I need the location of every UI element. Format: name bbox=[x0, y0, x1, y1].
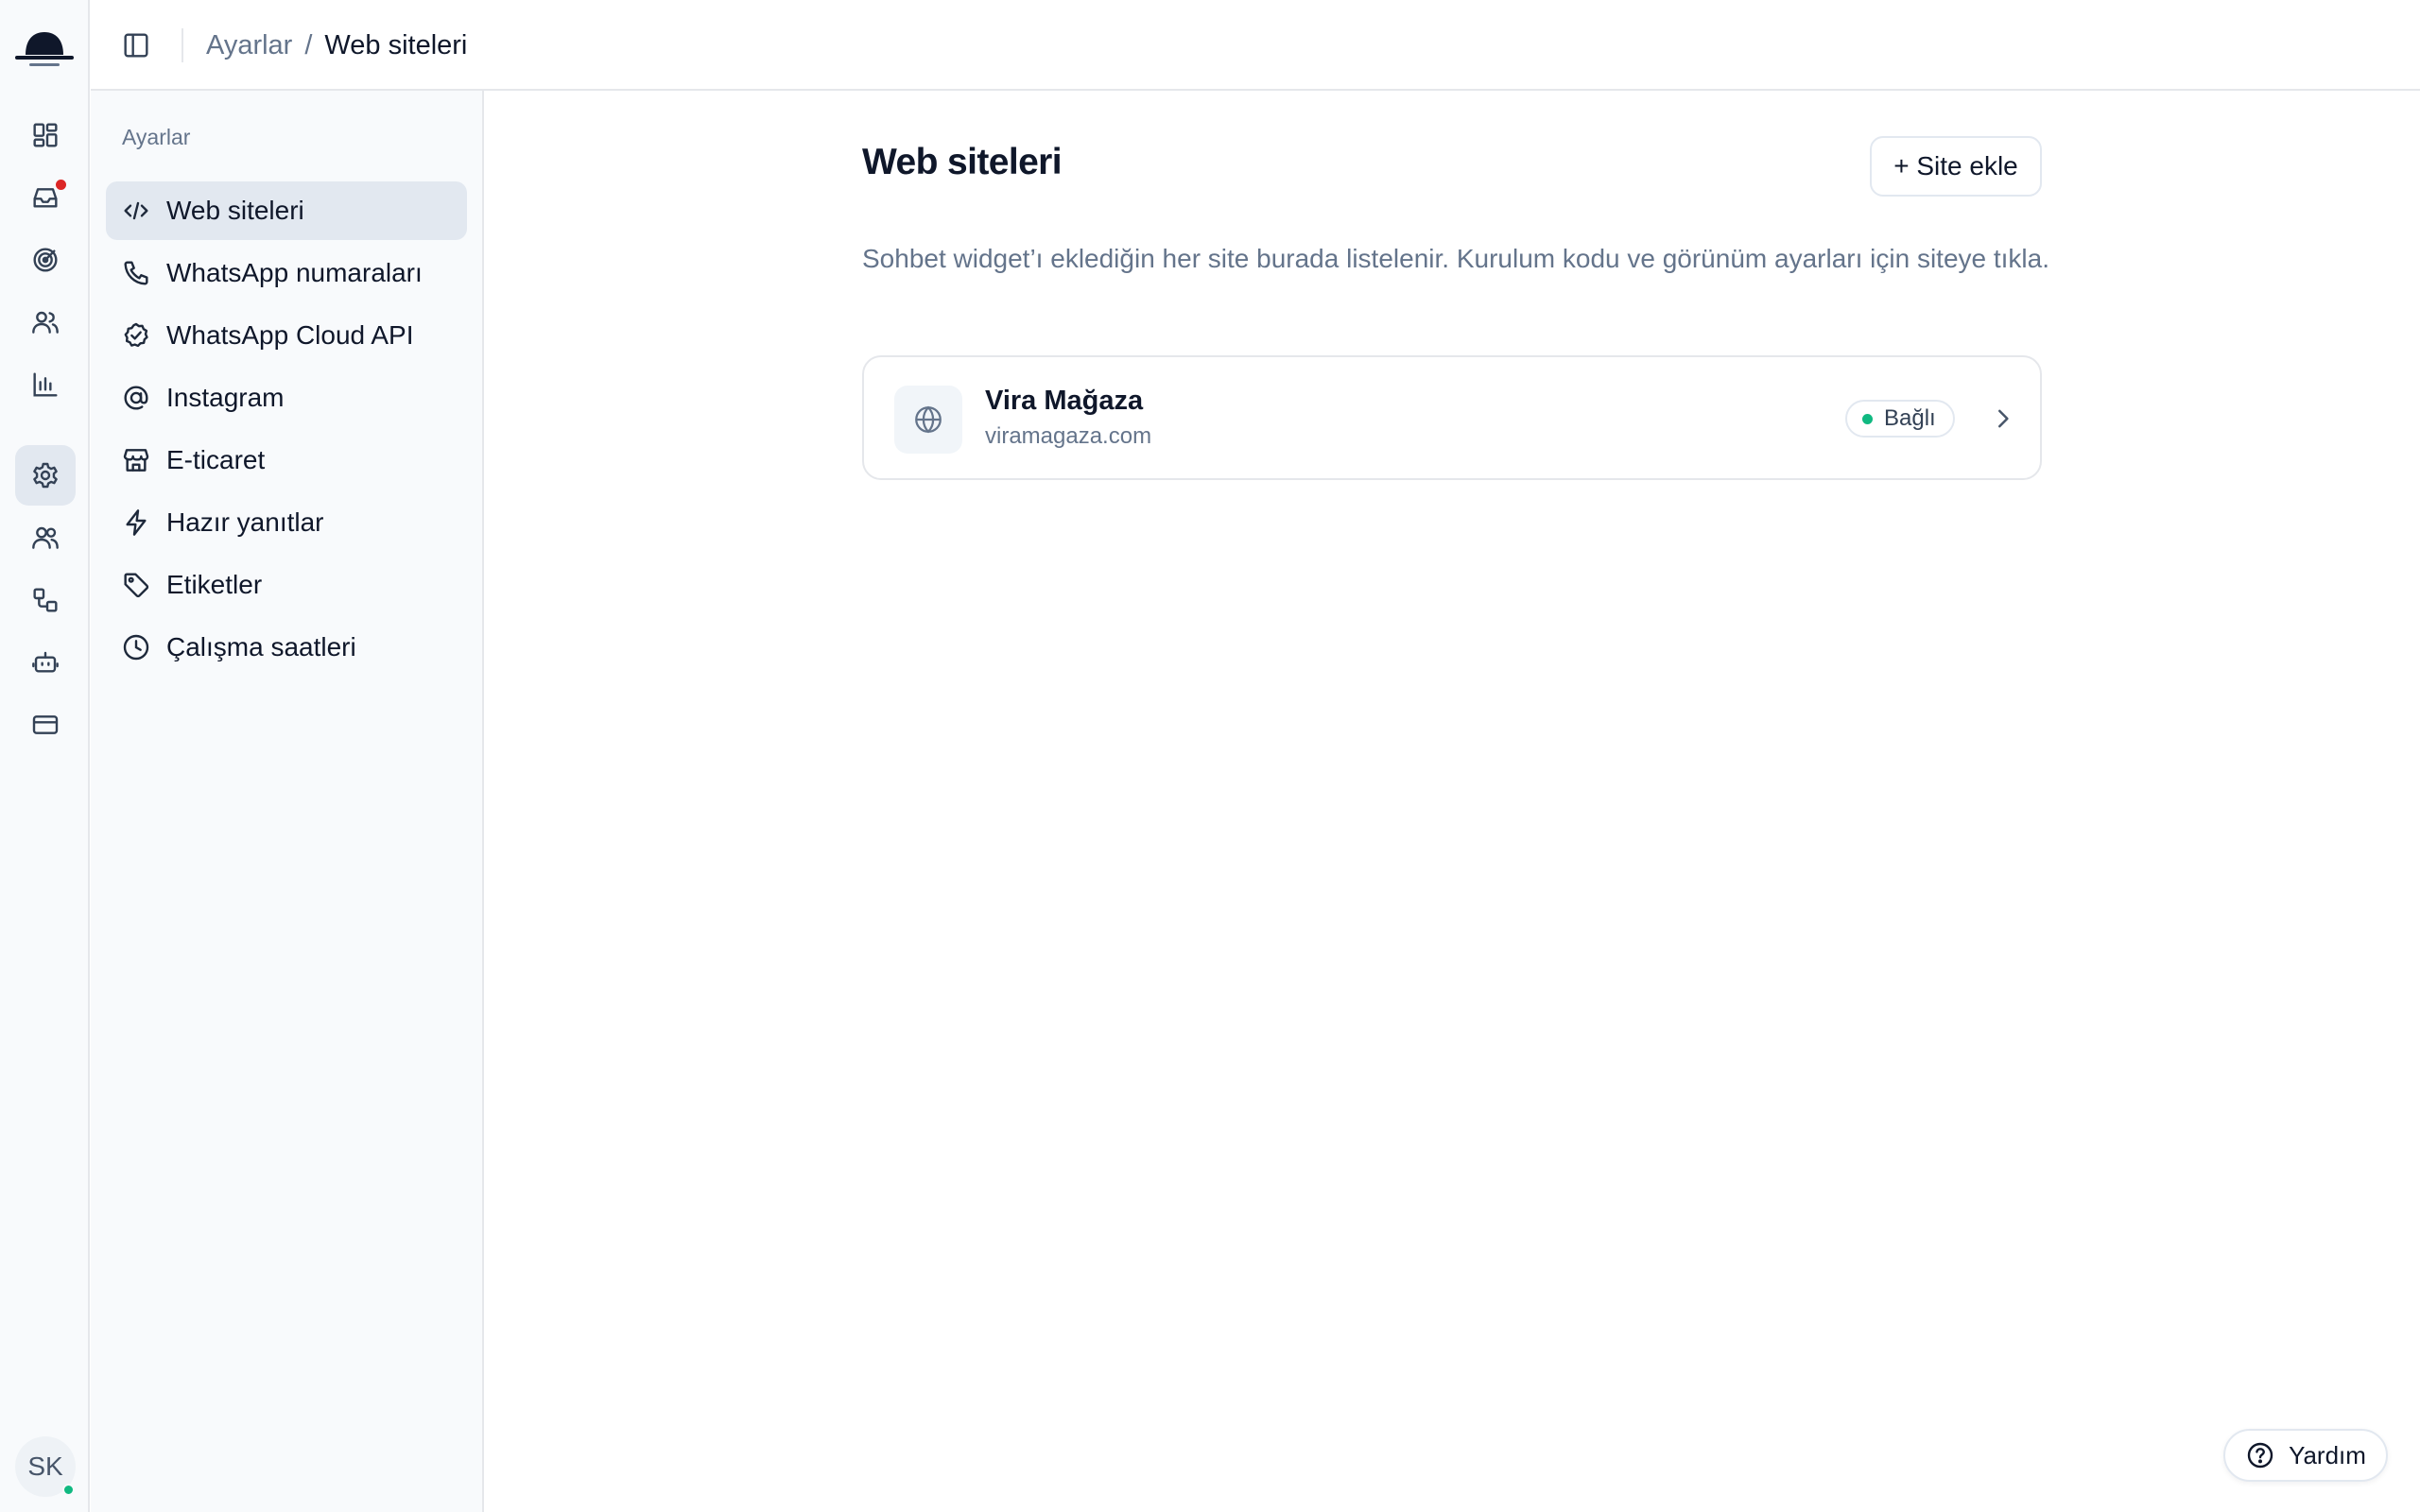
nav-item-whatsapp-numaralari[interactable]: WhatsApp numaraları bbox=[106, 244, 467, 302]
sidebar-toggle-button[interactable] bbox=[119, 28, 153, 62]
sidebar-toggle-icon bbox=[121, 30, 151, 60]
nav-item-hazir-yanitlar[interactable]: Hazır yanıtlar bbox=[106, 493, 467, 552]
nav-item-label: WhatsApp numaraları bbox=[166, 258, 423, 287]
store-icon bbox=[121, 445, 151, 475]
nav-item-instagram[interactable]: Instagram bbox=[106, 369, 467, 427]
breadcrumb-current: Web siteleri bbox=[324, 29, 468, 60]
rail-inbox-button[interactable] bbox=[15, 167, 76, 228]
add-site-button[interactable]: + Site ekle bbox=[1870, 136, 2042, 197]
at-sign-icon bbox=[121, 383, 151, 413]
status-dot bbox=[1862, 413, 1873, 424]
settings-nav-list: Web siteleri WhatsApp numaraları WhatsAp… bbox=[106, 181, 467, 680]
hat-logo-icon[interactable] bbox=[13, 21, 76, 70]
main-content: Web siteleri + Site ekle Sohbet widget’ı… bbox=[484, 91, 2420, 1512]
rail-contacts-button[interactable] bbox=[15, 292, 76, 352]
contacts-icon bbox=[30, 307, 60, 337]
help-label: Yardım bbox=[2289, 1440, 2366, 1469]
team-icon bbox=[30, 523, 60, 553]
rail-target-button[interactable] bbox=[15, 230, 76, 290]
topbar: Ayarlar / Web siteleri bbox=[91, 0, 2420, 91]
target-icon bbox=[30, 245, 60, 275]
nav-item-whatsapp-cloud-api[interactable]: WhatsApp Cloud API bbox=[106, 306, 467, 365]
chart-bar-icon bbox=[30, 369, 60, 400]
rail-bot-button[interactable] bbox=[15, 632, 76, 693]
site-name: Vira Mağaza bbox=[985, 386, 1144, 416]
settings-sidebar: Ayarlar Web siteleri WhatsApp numaraları bbox=[91, 91, 484, 1512]
icon-rail: SK bbox=[0, 0, 90, 1512]
status-label: Bağlı bbox=[1884, 405, 1936, 431]
workflow-icon bbox=[30, 585, 60, 615]
topbar-divider bbox=[182, 28, 183, 62]
rail-team-button[interactable] bbox=[15, 507, 76, 568]
rail-settings-button[interactable] bbox=[15, 445, 76, 506]
nav-item-label: Çalışma saatleri bbox=[166, 632, 356, 662]
rail-workflow-button[interactable] bbox=[15, 570, 76, 630]
dashboard-icon bbox=[30, 120, 60, 150]
chevron-right-icon[interactable] bbox=[1989, 404, 2017, 433]
phone-icon bbox=[121, 258, 151, 288]
breadcrumb-parent[interactable]: Ayarlar bbox=[206, 30, 292, 61]
nav-item-etiketler[interactable]: Etiketler bbox=[106, 556, 467, 614]
gear-icon bbox=[30, 460, 60, 490]
help-circle-icon bbox=[2245, 1440, 2289, 1470]
tag-icon bbox=[121, 570, 151, 600]
help-button[interactable]: Yardım bbox=[2223, 1429, 2388, 1482]
breadcrumb-separator: / bbox=[304, 29, 313, 60]
rail-dashboard-button[interactable] bbox=[15, 105, 76, 165]
status-badge: Bağlı bbox=[1845, 400, 1955, 438]
rail-reports-button[interactable] bbox=[15, 354, 76, 415]
nav-item-web-siteleri[interactable]: Web siteleri bbox=[106, 181, 467, 240]
code-icon bbox=[121, 196, 151, 226]
globe-icon bbox=[912, 404, 944, 436]
nav-item-label: Etiketler bbox=[166, 570, 263, 599]
online-status-dot bbox=[62, 1484, 75, 1496]
nav-item-label: Hazır yanıtlar bbox=[166, 507, 324, 537]
inbox-notification-badge bbox=[54, 178, 68, 192]
page-description: Sohbet widget’ı eklediğin her site burad… bbox=[862, 244, 2049, 273]
nav-item-label: Instagram bbox=[166, 383, 285, 412]
breadcrumb: Ayarlar / Web siteleri bbox=[206, 0, 467, 91]
bot-icon bbox=[30, 647, 60, 678]
rail-billing-button[interactable] bbox=[15, 695, 76, 755]
badge-check-icon bbox=[121, 320, 151, 351]
nav-item-calisma-saatleri[interactable]: Çalışma saatleri bbox=[106, 618, 467, 677]
nav-item-label: E-ticaret bbox=[166, 445, 266, 474]
nav-item-e-ticaret[interactable]: E-ticaret bbox=[106, 431, 467, 490]
clock-icon bbox=[121, 632, 151, 662]
site-card[interactable]: Vira Mağaza viramagaza.com Bağlı bbox=[862, 355, 2042, 480]
nav-item-label: Web siteleri bbox=[166, 196, 304, 225]
credit-card-icon bbox=[30, 710, 60, 740]
lightning-icon bbox=[121, 507, 151, 538]
settings-nav-heading: Ayarlar bbox=[122, 125, 191, 149]
nav-item-label: WhatsApp Cloud API bbox=[166, 320, 414, 350]
page-title: Web siteleri bbox=[862, 142, 1063, 182]
site-icon-box bbox=[894, 386, 962, 454]
site-domain: viramagaza.com bbox=[985, 423, 1152, 449]
